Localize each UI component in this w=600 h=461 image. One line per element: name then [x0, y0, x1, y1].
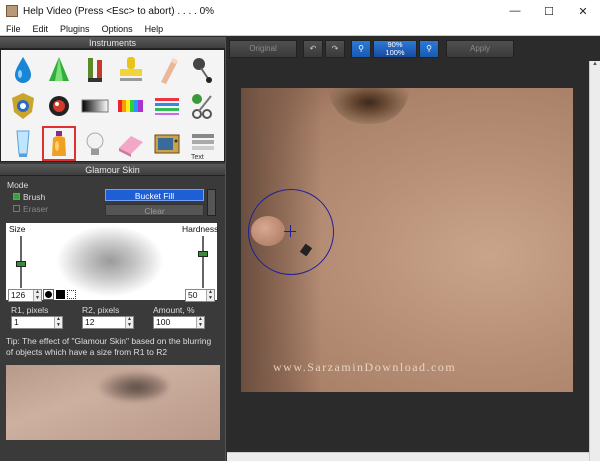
lines-tool-icon[interactable]: [151, 90, 183, 122]
stepper-arrows-icon[interactable]: ▲ ▼: [54, 316, 62, 328]
instruments-header: Instruments: [0, 37, 225, 49]
tube-tool-icon[interactable]: [79, 54, 111, 86]
glass-tool-icon[interactable]: [7, 128, 39, 160]
scroll-up-icon[interactable]: ▲: [590, 61, 600, 67]
brush-label: Brush: [23, 192, 46, 202]
eraser-radio[interactable]: [13, 205, 20, 212]
original-button[interactable]: Original: [229, 40, 297, 58]
gradient-tool-icon[interactable]: [79, 90, 111, 122]
zoom-in-icon[interactable]: ⚲: [351, 40, 371, 58]
spectrum-tool-icon[interactable]: [115, 90, 147, 122]
preview-eye: [98, 371, 168, 401]
menu-edit[interactable]: Edit: [27, 24, 55, 34]
finger-tool-icon[interactable]: [151, 54, 183, 86]
mode-scroll[interactable]: [207, 189, 216, 216]
size-stepper[interactable]: 126 ▲ ▼: [8, 289, 42, 302]
r1-stepper[interactable]: 1 ▲ ▼: [11, 316, 63, 329]
hardness-slider-thumb[interactable]: [198, 251, 208, 257]
stamp-tool-icon[interactable]: [115, 54, 147, 86]
menu-plugins[interactable]: Plugins: [54, 24, 96, 34]
menu-file[interactable]: File: [0, 24, 27, 34]
tip-text: Tip: The effect of "Glamour Skin" based …: [6, 336, 212, 357]
hardness-value: 50: [188, 290, 198, 300]
pin-tool-icon[interactable]: [187, 54, 219, 86]
size-slider-thumb[interactable]: [16, 261, 26, 267]
size-label: Size: [9, 224, 26, 234]
brush-shape-select[interactable]: [67, 290, 76, 299]
cone-tool-icon[interactable]: [43, 54, 75, 86]
brush-preview: [56, 225, 164, 297]
size-value: 126: [11, 290, 26, 300]
horizontal-scrollbar[interactable]: [227, 452, 589, 461]
crosshair-v: [290, 225, 291, 237]
r1-label: R1, pixels: [11, 305, 49, 315]
eraser-tool-icon[interactable]: [115, 128, 147, 160]
brush-preview-area: Size Hardness 126 ▲ ▼ 50 ▲ ▼: [6, 223, 219, 302]
title-bar: Help Video (Press <Esc> to abort) . . . …: [0, 0, 600, 22]
app-icon: [6, 5, 18, 17]
zoom-out-icon[interactable]: ⚲: [419, 40, 439, 58]
shield-tool-icon[interactable]: [7, 90, 39, 122]
vertical-scrollbar[interactable]: ▲: [589, 61, 600, 461]
window-title: Help Video (Press <Esc> to abort) . . . …: [23, 5, 215, 17]
brush-shape-square[interactable]: [56, 290, 65, 299]
left-panel: Instruments Text Glamour Skin Mode Brush…: [0, 37, 226, 461]
image-canvas[interactable]: www.SarzaminDownload.com: [241, 88, 573, 392]
menu-help[interactable]: Help: [139, 24, 170, 34]
zoom-bottom: 100%: [385, 48, 405, 57]
undo-icon[interactable]: ↶: [303, 40, 323, 58]
effect-preview: [6, 365, 220, 440]
top-toolbar: Original ↶ ↷ ⚲ 90% 100% ⚲ Apply: [227, 37, 600, 61]
stepper-arrows-icon[interactable]: ▲ ▼: [33, 289, 41, 301]
bottle-tool-icon[interactable]: [43, 128, 75, 160]
amount-stepper[interactable]: 100 ▲ ▼: [153, 316, 205, 329]
maximize-icon[interactable]: ☐: [532, 0, 566, 22]
zoom-readout[interactable]: 90% 100%: [373, 40, 417, 58]
r2-value: 12: [85, 317, 95, 327]
text-tool-label: Text: [191, 154, 204, 161]
brush-cursor-circle: [248, 189, 334, 275]
stepper-arrows-icon[interactable]: ▲ ▼: [196, 316, 204, 328]
stepper-arrows-icon[interactable]: ▲ ▼: [206, 289, 214, 301]
clear-button[interactable]: Clear: [105, 204, 204, 216]
r1-value: 1: [14, 317, 19, 327]
stepper-arrows-icon[interactable]: ▲ ▼: [125, 316, 133, 328]
bulb-tool-icon[interactable]: [79, 128, 111, 160]
hardness-label: Hardness: [182, 224, 219, 234]
minimize-icon[interactable]: —: [498, 0, 532, 22]
r2-stepper[interactable]: 12 ▲ ▼: [82, 316, 134, 329]
redo-icon[interactable]: ↷: [325, 40, 345, 58]
hardness-slider-track: [202, 236, 204, 288]
eraser-label: Eraser: [23, 204, 49, 214]
bucket-fill-button[interactable]: Bucket Fill: [105, 189, 204, 201]
scissors-tool-icon[interactable]: [187, 90, 219, 122]
close-icon[interactable]: ✕: [566, 0, 600, 22]
amount-label: Amount, %: [153, 305, 195, 315]
watermark: www.SarzaminDownload.com: [273, 360, 457, 374]
glamour-skin-header: Glamour Skin: [0, 164, 225, 176]
hardness-stepper[interactable]: 50 ▲ ▼: [185, 289, 215, 302]
drop-tool-icon[interactable]: [7, 54, 39, 86]
glamour-skin-panel: Mode Brush Eraser Bucket Fill Clear Size…: [0, 176, 225, 446]
apply-button[interactable]: Apply: [446, 40, 514, 58]
tv-tool-icon[interactable]: [151, 128, 183, 160]
brush-radio[interactable]: [13, 193, 20, 200]
r2-label: R2, pixels: [82, 305, 120, 315]
brush-shape-round[interactable]: [43, 289, 54, 300]
instruments-grid: Text: [0, 49, 225, 162]
menu-bar: File Edit Plugins Options Help: [0, 22, 600, 36]
amount-value: 100: [156, 317, 171, 327]
mode-label: Mode: [7, 180, 29, 190]
eye-tool-icon[interactable]: [43, 90, 75, 122]
menu-options[interactable]: Options: [96, 24, 139, 34]
